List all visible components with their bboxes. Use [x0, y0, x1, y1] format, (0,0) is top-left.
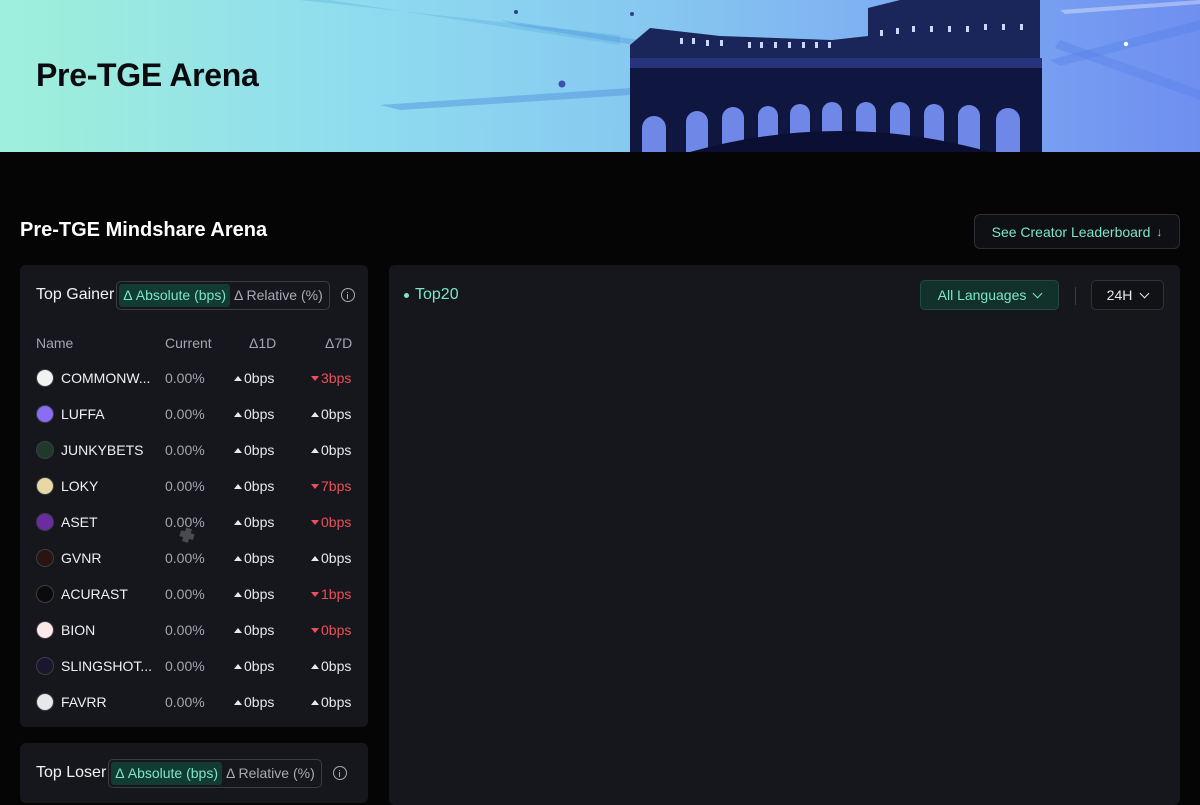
delta-7d: 0bps — [311, 658, 351, 674]
token-logo-icon — [36, 513, 54, 531]
info-icon[interactable] — [340, 288, 355, 302]
top-loser-title: Top Loser — [36, 764, 107, 781]
token-logo-icon — [36, 477, 54, 495]
top-gainer-title: Top Gainer — [36, 286, 115, 303]
token-name: JUNKYBETS — [61, 442, 144, 458]
active-dot-icon — [404, 292, 409, 298]
delta-1d: 0bps — [234, 550, 274, 566]
delta-1d: 0bps — [234, 622, 274, 638]
page-title: Pre-TGE Arena — [36, 57, 259, 93]
delta-7d: 0bps — [311, 694, 351, 710]
toggle-relative-percent[interactable]: Δ Relative (%) — [230, 284, 327, 307]
delta-1d: 0bps — [234, 694, 274, 710]
token-name: LOKY — [61, 478, 99, 494]
delta-7d: 0bps — [311, 406, 351, 422]
delta-7d: 0bps — [311, 514, 351, 530]
token-logo-icon — [36, 405, 54, 423]
current-mindshare: 0.00% — [165, 442, 205, 458]
token-name: COMMONW... — [61, 370, 151, 386]
table-row[interactable]: BION 0.00% 0bps 0bps — [20, 612, 368, 648]
delta-7d: 1bps — [311, 586, 351, 602]
token-name: BION — [61, 622, 96, 638]
delta-7d: 0bps — [311, 550, 351, 566]
kaito-watermark-icon — [179, 527, 195, 543]
current-mindshare: 0.00% — [165, 694, 205, 710]
loser-delta-mode-toggle: Δ Absolute (bps) Δ Relative (%) — [108, 758, 322, 788]
token-logo-icon — [36, 621, 54, 639]
table-row[interactable]: LUFFA 0.00% 0bps 0bps — [20, 396, 368, 432]
chevron-down-icon — [1032, 288, 1043, 298]
token-name: GVNR — [61, 550, 102, 566]
token-name: ASET — [61, 514, 98, 530]
timeframe-select[interactable]: 24H — [1091, 280, 1164, 310]
loser-toggle-absolute-bps[interactable]: Δ Absolute (bps) — [111, 761, 223, 785]
toggle-absolute-bps[interactable]: Δ Absolute (bps) — [119, 283, 231, 307]
loser-toggle-relative-percent[interactable]: Δ Relative (%) — [222, 762, 319, 785]
top-gainer-header: Top Gainer Δ Absolute (bps) Δ Relative (… — [36, 280, 355, 310]
delta-1d: 0bps — [234, 586, 274, 602]
column-header-name[interactable]: Name — [36, 335, 73, 351]
current-mindshare: 0.00% — [165, 550, 205, 566]
token-logo-icon — [36, 585, 54, 603]
token-name: FAVRR — [61, 694, 107, 710]
column-header-delta-7d[interactable]: Δ7D — [325, 335, 352, 351]
table-row[interactable]: ACURAST 0.00% 0bps 1bps — [20, 576, 368, 612]
chevron-down-icon — [1139, 288, 1150, 298]
current-mindshare: 0.00% — [165, 370, 205, 386]
delta-1d: 0bps — [234, 442, 274, 458]
top20-tab[interactable]: Top20 — [404, 286, 459, 304]
delta-7d: 0bps — [311, 622, 351, 638]
current-mindshare: 0.00% — [165, 622, 205, 638]
token-logo-icon — [36, 441, 54, 459]
delta-1d: 0bps — [234, 658, 274, 674]
token-logo-icon — [36, 693, 54, 711]
current-mindshare: 0.00% — [165, 658, 205, 674]
token-name: LUFFA — [61, 406, 105, 422]
token-name: ACURAST — [61, 586, 128, 602]
delta-1d: 0bps — [234, 370, 274, 386]
language-select[interactable]: All Languages — [920, 280, 1059, 310]
token-name: SLINGSHOT... — [61, 658, 153, 674]
info-icon[interactable] — [332, 766, 347, 780]
token-logo-icon — [36, 369, 54, 387]
top20-label: Top20 — [415, 286, 459, 303]
column-header-current[interactable]: Current — [165, 335, 212, 351]
token-logo-icon — [36, 549, 54, 567]
current-mindshare: 0.00% — [165, 406, 205, 422]
arrow-down-icon: ↓ — [1156, 224, 1163, 239]
language-select-value: All Languages — [937, 287, 1027, 303]
creator-button-label: See Creator Leaderboard — [991, 223, 1151, 240]
current-mindshare: 0.00% — [165, 586, 205, 602]
top20-chart-panel — [389, 265, 1180, 805]
delta-1d: 0bps — [234, 406, 274, 422]
token-logo-icon — [36, 657, 54, 675]
delta-7d: 0bps — [311, 442, 351, 458]
delta-mode-toggle: Δ Absolute (bps) Δ Relative (%) — [116, 280, 330, 310]
delta-7d: 3bps — [311, 370, 351, 386]
delta-7d: 7bps — [311, 478, 351, 494]
timeframe-select-value: 24H — [1106, 287, 1133, 303]
column-header-delta-1d[interactable]: Δ1D — [249, 335, 276, 351]
table-row[interactable]: FAVRR 0.00% 0bps 0bps — [20, 684, 368, 720]
divider — [1075, 287, 1076, 305]
table-row[interactable]: COMMONW... 0.00% 0bps 3bps — [20, 360, 368, 396]
section-title: Pre-TGE Mindshare Arena — [20, 219, 268, 241]
top-loser-header: Top Loser Δ Absolute (bps) Δ Relative (%… — [36, 758, 347, 788]
table-row[interactable]: SLINGSHOT... 0.00% 0bps 0bps — [20, 648, 368, 684]
see-creator-leaderboard-button[interactable]: See Creator Leaderboard ↓ — [974, 214, 1180, 249]
top-loser-card: Top Loser Δ Absolute (bps) Δ Relative (%… — [20, 743, 368, 803]
hero-banner: Pre-TGE Arena — [0, 0, 1200, 152]
